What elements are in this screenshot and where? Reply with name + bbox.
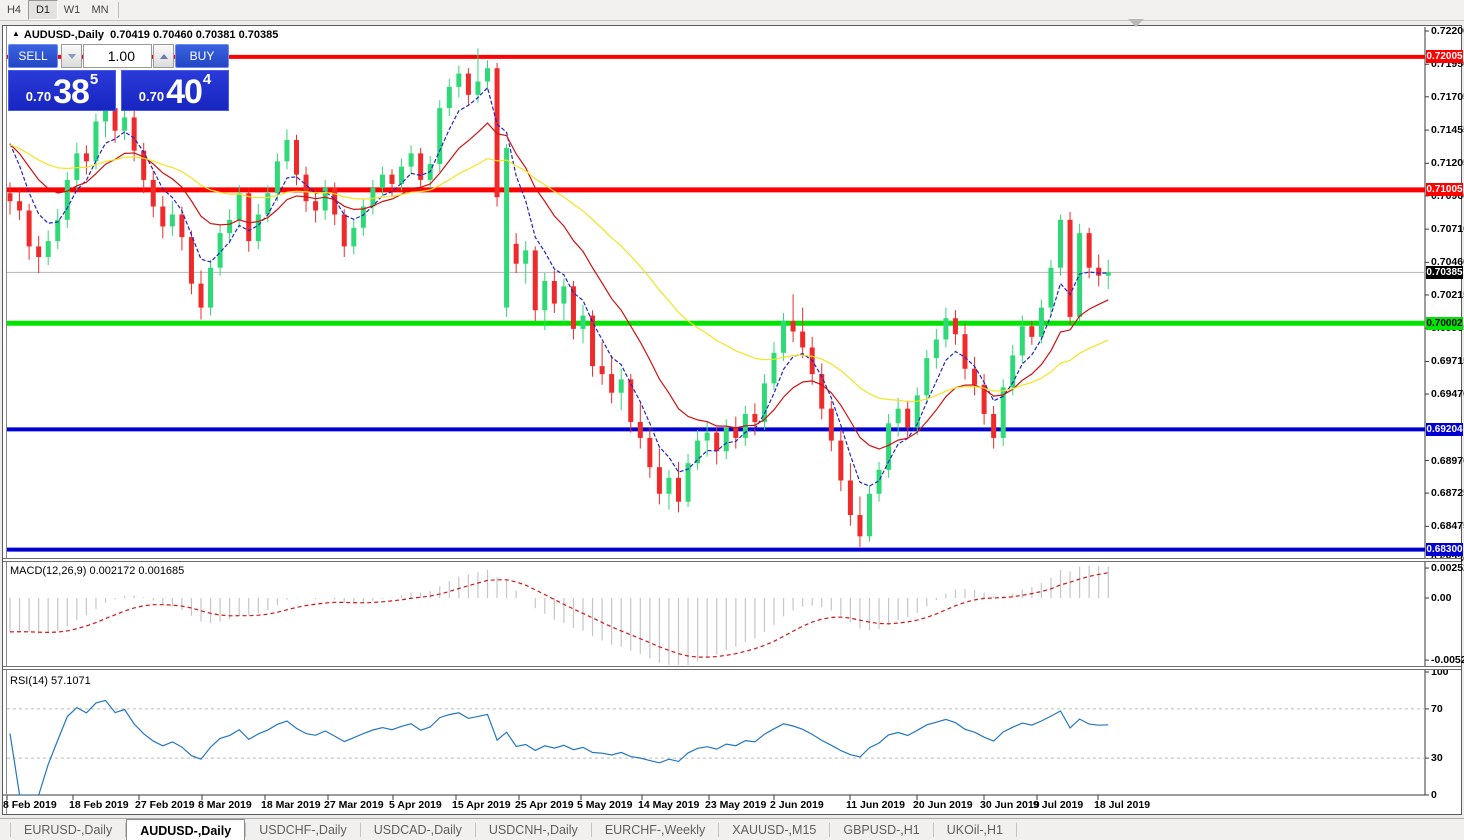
price-tick-label: 0.69470 xyxy=(1431,388,1464,401)
symbol-tab-gbpusd-h1[interactable]: GBPUSD-,H1 xyxy=(830,819,932,840)
symbol-tab-eurusd-daily[interactable]: EURUSD-,Daily xyxy=(11,819,125,840)
sell-price-pipette: 5 xyxy=(89,71,99,88)
volume-input[interactable]: 1.00 xyxy=(83,44,152,68)
buy-button[interactable]: BUY xyxy=(175,44,229,68)
price-badge-0.70002: 0.70002 xyxy=(1426,316,1463,330)
macd-label: MACD(12,26,9) 0.002172 0.001685 xyxy=(10,565,185,577)
price-tick-label: 0.69715 xyxy=(1431,355,1464,368)
tab-separator xyxy=(1016,823,1018,837)
price-badge-0.70385: 0.70385 xyxy=(1426,265,1463,279)
up-arrow-icon xyxy=(159,53,168,59)
symbol-tab-audusd-daily[interactable]: AUDUSD-,Daily xyxy=(126,819,246,840)
price-tick-label: 0.68475 xyxy=(1431,520,1464,533)
sell-price-quote[interactable]: 0.70 38 5 xyxy=(8,70,116,111)
title-ohlc-values: 0.70419 0.70460 0.70381 0.70385 xyxy=(110,29,279,41)
trading-terminal: H4 D1 W1 MN ▲ AUDUSD-,Daily 0.70419 0.70460 … xyxy=(0,0,1464,840)
ma-slow-line xyxy=(9,144,1109,403)
date-tick-label: 23 May 2019 xyxy=(705,799,767,811)
macd-tick-label: 0.002524 xyxy=(1431,562,1464,575)
symbol-tab-usdchf-daily[interactable]: USDCHF-,Daily xyxy=(246,819,360,840)
sell-price-prefix: 0.70 xyxy=(25,89,52,104)
macd-tick-label: -0.005234 xyxy=(1431,654,1464,667)
chart-canvas[interactable] xyxy=(0,0,1464,840)
date-tick-label: 8 Mar 2019 xyxy=(198,799,252,811)
symbol-tab-eurchf-weekly[interactable]: EURCHF-,Weekly xyxy=(592,819,718,840)
macd-signal-line xyxy=(9,572,1109,658)
ma-fast-line xyxy=(9,86,1109,487)
symbol-tab-ukoil-h1[interactable]: UKOil-,H1 xyxy=(934,819,1016,840)
date-tick-label: 5 May 2019 xyxy=(577,799,633,811)
sell-price-big-digits: 38 xyxy=(53,73,90,111)
volume-decrease-button[interactable] xyxy=(61,44,82,68)
price-tick-label: 0.72200 xyxy=(1431,25,1464,37)
window-left-border xyxy=(6,26,7,814)
date-tick-label: 14 May 2019 xyxy=(638,799,700,811)
macd-panel-splitter[interactable] xyxy=(3,558,1461,562)
price-badge-0.69204: 0.69204 xyxy=(1426,422,1463,436)
date-tick-label: 20 Jun 2019 xyxy=(913,799,973,811)
price-tick-label: 0.71205 xyxy=(1431,157,1464,170)
price-tick-label: 0.68970 xyxy=(1431,454,1464,467)
one-click-trade-panel: SELL 1.00 BUY 0.70 38 5 0.70 40 4 xyxy=(8,44,229,111)
rsi-panel-splitter[interactable] xyxy=(3,666,1461,670)
symbol-tab-xauusd-m15[interactable]: XAUUSD-,M15 xyxy=(719,819,829,840)
price-tick-label: 0.70215 xyxy=(1431,288,1464,301)
date-tick-label: 2 Jun 2019 xyxy=(770,799,824,811)
sell-button[interactable]: SELL xyxy=(8,44,58,68)
buy-price-quote[interactable]: 0.70 40 4 xyxy=(121,70,229,111)
price-tick-label: 0.71455 xyxy=(1431,124,1464,137)
symbol-tab-usdcad-daily[interactable]: USDCAD-,Daily xyxy=(361,819,475,840)
tab-bar-lead xyxy=(0,823,11,837)
title-up-triangle-icon: ▲ xyxy=(12,29,20,38)
rsi-tick-label: 70 xyxy=(1431,702,1443,715)
date-tick-label: 5 Apr 2019 xyxy=(389,799,442,811)
rsi-label: RSI(14) 57.1071 xyxy=(10,675,91,687)
date-tick-label: 25 Apr 2019 xyxy=(515,799,574,811)
macd-histogram xyxy=(9,565,1109,665)
date-tick-label: 27 Mar 2019 xyxy=(324,799,384,811)
date-tick-label: 8 Feb 2019 xyxy=(3,799,57,811)
candles-layer xyxy=(7,48,1111,547)
date-tick-label: 15 Apr 2019 xyxy=(452,799,511,811)
macd-tick-label: 0.00 xyxy=(1431,592,1452,604)
scroll-to-end-marker-icon[interactable] xyxy=(1128,19,1144,27)
buy-price-pipette: 4 xyxy=(202,71,212,88)
rsi-line xyxy=(9,699,1109,795)
buy-price-prefix: 0.70 xyxy=(138,89,165,104)
chart-title: ▲ AUDUSD-,Daily 0.70419 0.70460 0.70381 0… xyxy=(12,29,278,41)
date-tick-label: 27 Feb 2019 xyxy=(135,799,195,811)
price-tick-label: 0.71705 xyxy=(1431,90,1464,103)
price-tick-label: 0.68725 xyxy=(1431,487,1464,500)
symbol-tab-bar: EURUSD-,Daily AUDUSD-,Daily USDCHF-,Daily U… xyxy=(0,818,1464,840)
date-tick-label: 9 Jul 2019 xyxy=(1033,799,1084,811)
price-badge-0.68300: 0.68300 xyxy=(1426,543,1463,557)
date-tick-label: 11 Jun 2019 xyxy=(846,799,905,811)
date-tick-label: 18 Mar 2019 xyxy=(261,799,321,811)
title-symbol: AUDUSD-,Daily xyxy=(23,29,104,41)
volume-increase-button[interactable] xyxy=(153,44,174,68)
date-tick-label: 18 Jul 2019 xyxy=(1094,799,1151,811)
down-arrow-icon xyxy=(67,53,76,59)
rsi-tick-label: 0 xyxy=(1431,789,1437,801)
symbol-tab-usdcnh-daily[interactable]: USDCNH-,Daily xyxy=(476,819,591,840)
ma-mid-line xyxy=(9,122,1109,450)
price-badge-0.72005: 0.72005 xyxy=(1426,50,1463,64)
price-tick-label: 0.70710 xyxy=(1431,223,1464,236)
price-badge-0.71005: 0.71005 xyxy=(1426,183,1463,197)
date-tick-label: 18 Feb 2019 xyxy=(69,799,129,811)
rsi-tick-label: 30 xyxy=(1431,752,1443,765)
date-tick-label: 30 Jun 2019 xyxy=(980,799,1040,811)
buy-price-big-digits: 40 xyxy=(166,73,203,111)
